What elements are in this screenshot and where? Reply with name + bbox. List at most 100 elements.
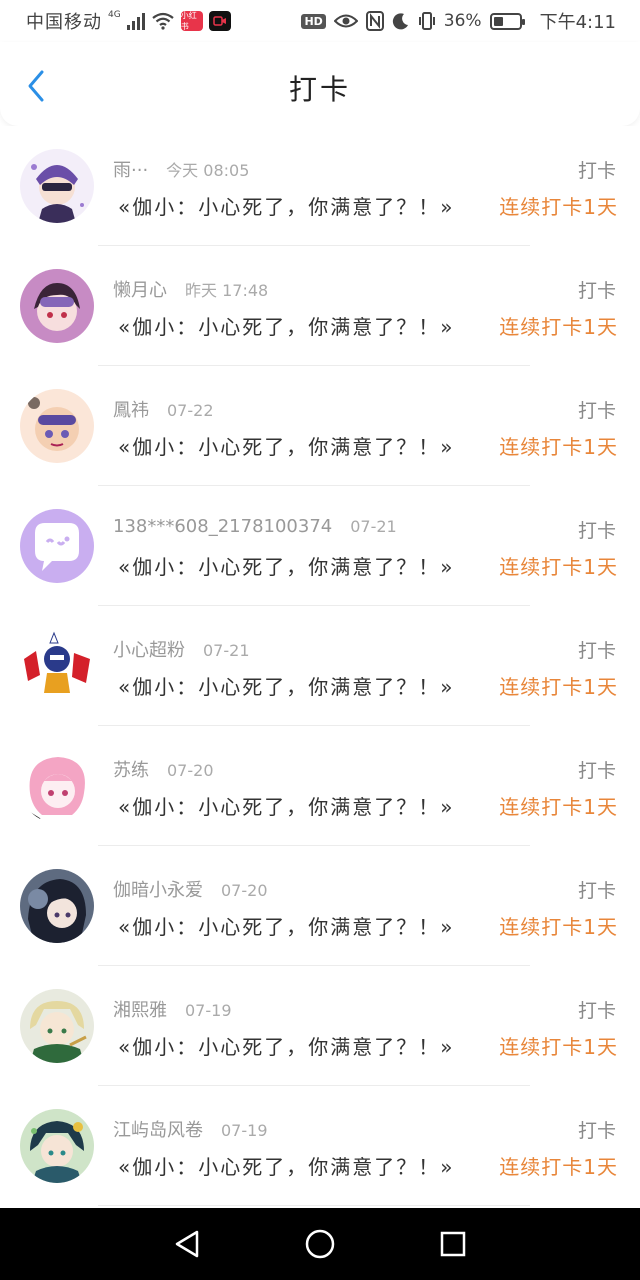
checkin-time: 昨天 17:48: [185, 281, 269, 300]
streak-label: 连续打卡1天: [499, 1155, 618, 1179]
checkin-message: «伽小：小心死了，你满意了？！»: [118, 795, 455, 819]
checkin-time: 07-19: [221, 1121, 268, 1140]
checkin-meta: 138***608_2178100374 07-21: [113, 516, 397, 537]
circle-home-icon: [305, 1229, 335, 1259]
signal-icon: [126, 12, 145, 30]
vibrate-icon: [418, 12, 435, 30]
user-name[interactable]: 伽暗小永爱: [113, 880, 203, 901]
avatar[interactable]: [20, 629, 94, 703]
checkin-time: 07-20: [167, 761, 214, 780]
checkin-item[interactable]: 伽暗小永爱 07-20 打卡 «伽小：小心死了，你满意了？！» 连续打卡1天: [0, 846, 640, 966]
battery-fill: [493, 16, 503, 26]
user-name[interactable]: 雨···: [113, 160, 148, 181]
avatar[interactable]: [20, 269, 94, 343]
checkin-tag: 打卡: [577, 280, 616, 302]
checkin-time: 07-19: [185, 1001, 232, 1020]
user-name[interactable]: 138***608_2178100374: [113, 516, 332, 537]
streak-label: 连续打卡1天: [499, 195, 618, 219]
wifi-icon: [152, 12, 174, 30]
moon-icon: [392, 13, 408, 30]
avatar[interactable]: [20, 149, 94, 223]
streak-label: 连续打卡1天: [499, 1035, 618, 1059]
checkin-time: 07-21: [350, 517, 397, 536]
nav-back-button[interactable]: [167, 1224, 207, 1264]
checkin-tag: 打卡: [577, 760, 616, 782]
clock: 下午4:11: [539, 12, 616, 33]
checkin-time: 07-21: [203, 641, 250, 660]
avatar[interactable]: [20, 1109, 94, 1183]
checkin-tag: 打卡: [577, 1000, 616, 1022]
checkin-meta: 鳳祎 07-22: [113, 396, 214, 422]
page-title: 打卡: [288, 73, 351, 106]
checkin-meta: 湘熙雅 07-19: [113, 996, 232, 1022]
square-recents-icon: [441, 1231, 466, 1257]
status-right: HD 36% 下午4:11: [301, 8, 616, 34]
xiaohongshu-app-icon: 小红书: [180, 11, 203, 31]
checkin-tag: 打卡: [577, 160, 616, 182]
checkin-meta: 伽暗小永爱 07-20: [113, 876, 268, 902]
checkin-tag: 打卡: [577, 520, 616, 542]
checkin-time: 07-22: [167, 401, 214, 420]
triangle-back-icon: [175, 1230, 198, 1258]
avatar[interactable]: [20, 749, 94, 823]
streak-label: 连续打卡1天: [499, 795, 618, 819]
avatar[interactable]: [20, 509, 94, 583]
checkin-time: 07-20: [221, 881, 268, 900]
streak-label: 连续打卡1天: [499, 915, 618, 939]
checkin-tag: 打卡: [577, 400, 616, 422]
checkin-tag: 打卡: [577, 640, 616, 662]
streak-label: 连续打卡1天: [499, 435, 618, 459]
checkin-message: «伽小：小心死了，你满意了？！»: [118, 1035, 455, 1059]
checkin-item[interactable]: 雨··· 今天 08:05 打卡 «伽小：小心死了，你满意了？！» 连续打卡1天: [0, 126, 640, 246]
checkin-item[interactable]: 江屿岛风卷 07-19 打卡 «伽小：小心死了，你满意了？！» 连续打卡1天: [0, 1086, 640, 1206]
avatar[interactable]: [20, 869, 94, 943]
status-bar: 中国移动 4G 小红书 HD 36% 下午4:11: [0, 0, 640, 42]
avatar[interactable]: [20, 389, 94, 463]
user-name[interactable]: 江屿岛风卷: [113, 1120, 203, 1141]
checkin-item[interactable]: 苏练 07-20 打卡 «伽小：小心死了，你满意了？！» 连续打卡1天: [0, 726, 640, 846]
xiaohongshu-label: 小红书: [180, 11, 197, 31]
user-name[interactable]: 鳳祎: [113, 400, 149, 421]
checkin-message: «伽小：小心死了，你满意了？！»: [118, 435, 455, 459]
streak-label: 连续打卡1天: [499, 315, 618, 339]
checkin-meta: 雨··· 今天 08:05: [113, 156, 249, 182]
checkin-item[interactable]: 小心超粉 07-21 打卡 «伽小：小心死了，你满意了？！» 连续打卡1天: [0, 606, 640, 726]
hd-badge: HD: [301, 13, 326, 29]
streak-label: 连续打卡1天: [499, 675, 618, 699]
carrier-label: 中国移动: [26, 12, 102, 33]
checkin-message: «伽小：小心死了，你满意了？！»: [118, 915, 455, 939]
user-name[interactable]: 苏练: [113, 760, 149, 781]
video-record-icon: [208, 11, 231, 31]
user-name[interactable]: 小心超粉: [113, 640, 185, 661]
checkin-tag: 打卡: [577, 1120, 616, 1142]
nfc-icon: [365, 11, 384, 31]
user-name[interactable]: 懒月心: [113, 280, 167, 301]
checkin-item[interactable]: 湘熙雅 07-19 打卡 «伽小：小心死了，你满意了？！» 连续打卡1天: [0, 966, 640, 1086]
app-header: 打卡: [0, 42, 640, 126]
checkin-item[interactable]: 138***608_2178100374 07-21 打卡 «伽小：小心死了，你满意了…: [0, 486, 640, 606]
checkin-meta: 苏练 07-20: [113, 756, 214, 782]
checkin-time: 今天 08:05: [166, 161, 250, 180]
avatar[interactable]: [20, 989, 94, 1063]
checkin-item[interactable]: 懒月心 昨天 17:48 打卡 «伽小：小心死了，你满意了？！» 连续打卡1天: [0, 246, 640, 366]
status-left: 中国移动 4G 小红书: [26, 8, 231, 34]
system-navbar: [0, 1208, 640, 1280]
checkin-message: «伽小：小心死了，你满意了？！»: [118, 195, 455, 219]
checkin-message: «伽小：小心死了，你满意了？！»: [118, 555, 455, 579]
checkin-meta: 小心超粉 07-21: [113, 636, 250, 662]
nav-recents-button[interactable]: [433, 1224, 473, 1264]
eye-icon: [333, 14, 358, 28]
network-type: 4G: [108, 10, 121, 20]
user-name[interactable]: 湘熙雅: [113, 1000, 167, 1021]
divider: [98, 1205, 530, 1206]
battery-icon: [489, 12, 525, 30]
checkin-message: «伽小：小心死了，你满意了？！»: [118, 1155, 455, 1179]
checkin-meta: 江屿岛风卷 07-19: [113, 1116, 268, 1142]
checkin-tag: 打卡: [577, 880, 616, 902]
checkin-message: «伽小：小心死了，你满意了？！»: [118, 675, 455, 699]
checkin-item[interactable]: 鳳祎 07-22 打卡 «伽小：小心死了，你满意了？！» 连续打卡1天: [0, 366, 640, 486]
nav-home-button[interactable]: [300, 1224, 340, 1264]
checkin-message: «伽小：小心死了，你满意了？！»: [118, 315, 455, 339]
battery-percent: 36%: [443, 11, 482, 31]
checkin-meta: 懒月心 昨天 17:48: [113, 276, 268, 302]
